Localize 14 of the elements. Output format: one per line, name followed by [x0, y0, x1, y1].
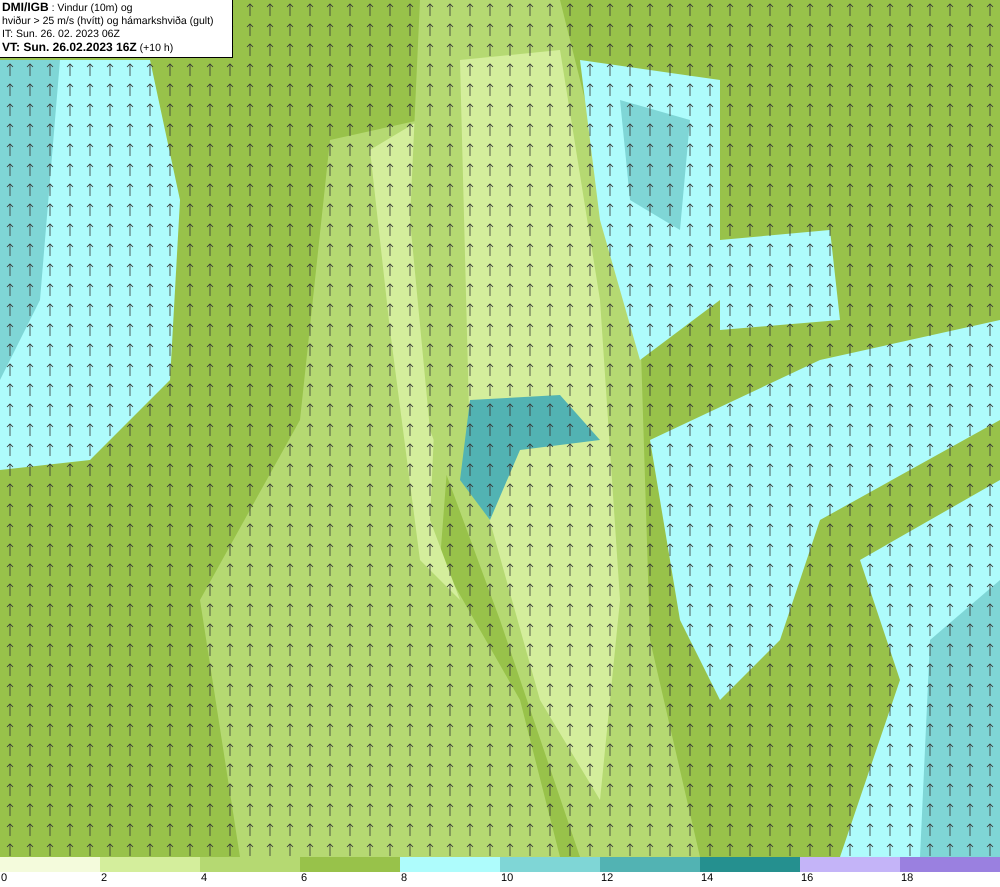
- legend-label: 18: [900, 872, 914, 885]
- legend-label: 6: [300, 872, 308, 885]
- legend-label: 0: [0, 872, 8, 885]
- legend-label: 10: [500, 872, 514, 885]
- legend-label: 12: [600, 872, 614, 885]
- title-line: IT: Sun. 26. 02. 2023 06Z: [2, 28, 121, 41]
- legend-label: 14: [700, 872, 714, 885]
- legend-label: 8: [400, 872, 408, 885]
- title-line: hviður > 25 m/s (hvítt) og hámarkshviða (gult): [2, 15, 215, 28]
- legend-label: 2: [100, 872, 108, 885]
- title-line: DMI/IGB : Vindur (10m) og: [2, 1, 134, 15]
- title-line: VT: Sun. 26.02.2023 16Z (+10 h): [2, 41, 174, 55]
- legend-label: 16: [800, 872, 814, 885]
- legend-label: 4: [200, 872, 208, 885]
